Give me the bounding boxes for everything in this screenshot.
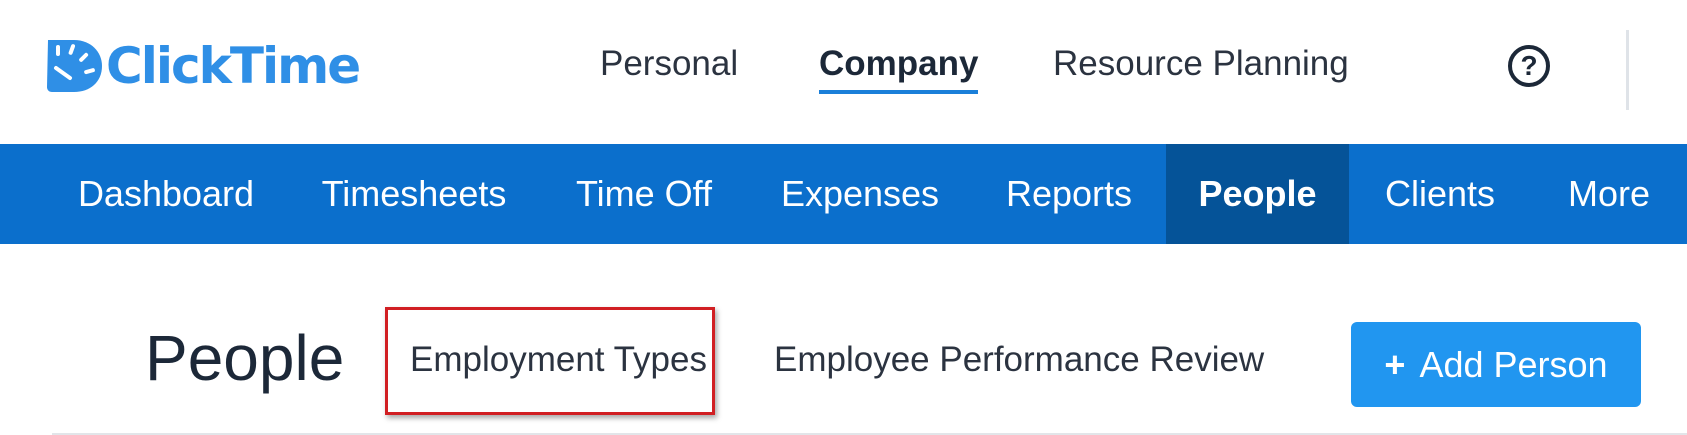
tab-employee-performance-review[interactable]: Employee Performance Review (774, 340, 1264, 380)
nav-item-time-off[interactable]: Time Off (540, 144, 748, 244)
brand-name: ClickTime (106, 37, 361, 95)
nav-item-more[interactable]: More (1531, 144, 1687, 244)
highlight-annotation-box (385, 307, 715, 415)
clicktime-logo[interactable]: ClickTime (44, 36, 361, 96)
add-person-label: Add Person (1419, 343, 1608, 385)
top-header: ClickTime Personal Company Resource Plan… (0, 0, 1687, 134)
nav-item-timesheets[interactable]: Timesheets (288, 144, 540, 244)
page-title: People (145, 322, 345, 394)
nav-item-dashboard[interactable]: Dashboard (44, 144, 288, 244)
plus-icon: + (1384, 343, 1406, 385)
nav-item-expenses[interactable]: Expenses (748, 144, 972, 244)
top-nav-resource-planning[interactable]: Resource Planning (1053, 44, 1349, 84)
nav-item-people[interactable]: People (1166, 144, 1349, 244)
nav-item-clients[interactable]: Clients (1349, 144, 1531, 244)
top-nav-company[interactable]: Company (819, 44, 979, 94)
add-person-button[interactable]: + Add Person (1351, 322, 1641, 407)
nav-item-reports[interactable]: Reports (972, 144, 1166, 244)
help-button[interactable]: ? (1508, 45, 1550, 87)
header-divider (1626, 30, 1629, 110)
stopwatch-logo-icon (47, 40, 102, 92)
question-circle-icon: ? (1520, 50, 1538, 81)
main-nav: Dashboard Timesheets Time Off Expenses R… (0, 144, 1687, 244)
top-nav-personal[interactable]: Personal (600, 44, 738, 84)
